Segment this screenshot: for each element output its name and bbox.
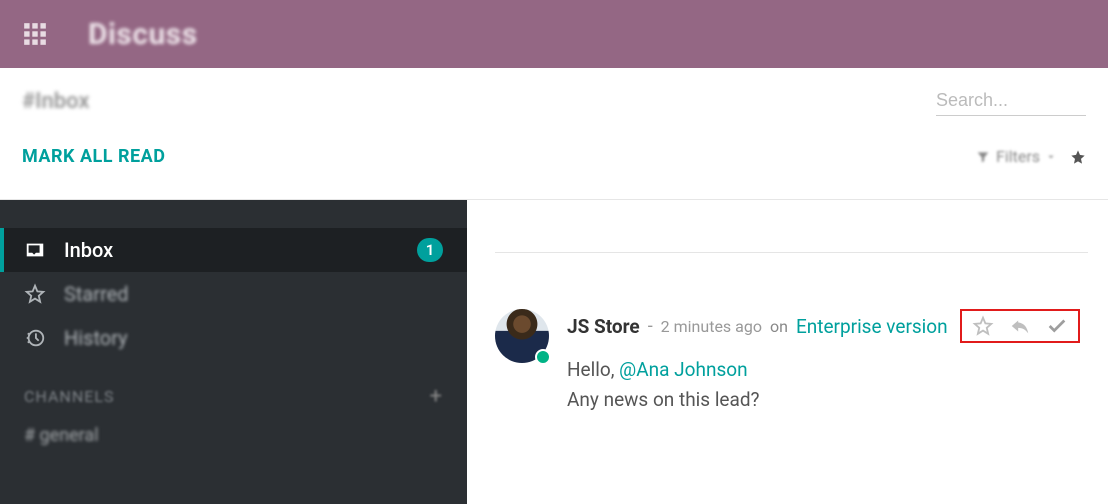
inbox-badge: 1 [417,238,443,262]
subheader: #Inbox MARK ALL READ Filters [0,68,1108,200]
message-header: JS Store - 2 minutes ago on Enterprise v… [567,309,1088,343]
filters-button[interactable]: Filters [976,147,1056,166]
message-author[interactable]: JS Store [567,315,640,338]
sidebar-item-inbox[interactable]: Inbox 1 [0,228,467,272]
sidebar-item-label: Inbox [64,238,113,262]
reply-button[interactable] [1008,315,1032,337]
history-icon [24,327,46,349]
channels-label: CHANNELS [24,387,114,406]
funnel-icon [976,150,990,164]
sidebar: Inbox 1 Starred History CHANNELS + # gen… [0,200,467,504]
message-record-link[interactable]: Enterprise version [796,315,948,338]
mark-done-button[interactable] [1046,315,1068,337]
mark-all-read-button[interactable]: MARK ALL READ [22,146,165,167]
message-time: 2 minutes ago [661,317,762,336]
star-message-button[interactable] [972,315,994,337]
avatar[interactable] [495,309,549,363]
body: Inbox 1 Starred History CHANNELS + # gen… [0,200,1108,504]
message-text: Hello, @Ana Johnson Any news on this lea… [567,355,1088,416]
toolbar-right: Filters [976,147,1086,166]
channel-item-general[interactable]: # general [0,417,467,454]
star-icon [24,283,46,305]
message-body: JS Store - 2 minutes ago on Enterprise v… [567,309,1088,416]
mention-link[interactable]: @Ana Johnson [619,358,747,381]
message: JS Store - 2 minutes ago on Enterprise v… [495,309,1088,416]
divider [495,252,1088,253]
channel-title: #Inbox [22,89,90,114]
star-icon[interactable] [1070,149,1086,165]
sidebar-item-starred[interactable]: Starred [0,272,467,316]
add-channel-button[interactable]: + [430,384,443,409]
app-name: Discuss [88,17,198,52]
inbox-icon [24,239,46,261]
sidebar-item-history[interactable]: History [0,316,467,360]
app-topbar: Discuss [0,0,1108,68]
apps-icon[interactable] [22,21,48,47]
sidebar-item-label: Starred [64,282,129,306]
caret-down-icon [1046,152,1056,162]
on-label: on [770,317,788,336]
message-pane: JS Store - 2 minutes ago on Enterprise v… [467,200,1108,504]
message-greeting: Hello, [567,358,619,381]
dash: - [648,316,653,337]
presence-indicator-icon [535,349,551,365]
search-input[interactable] [936,86,1086,116]
sidebar-section-channels: CHANNELS + [0,360,467,417]
message-line2: Any news on this lead? [567,388,760,411]
filters-label: Filters [996,147,1040,166]
sidebar-item-label: History [64,326,128,350]
message-actions [960,309,1080,343]
